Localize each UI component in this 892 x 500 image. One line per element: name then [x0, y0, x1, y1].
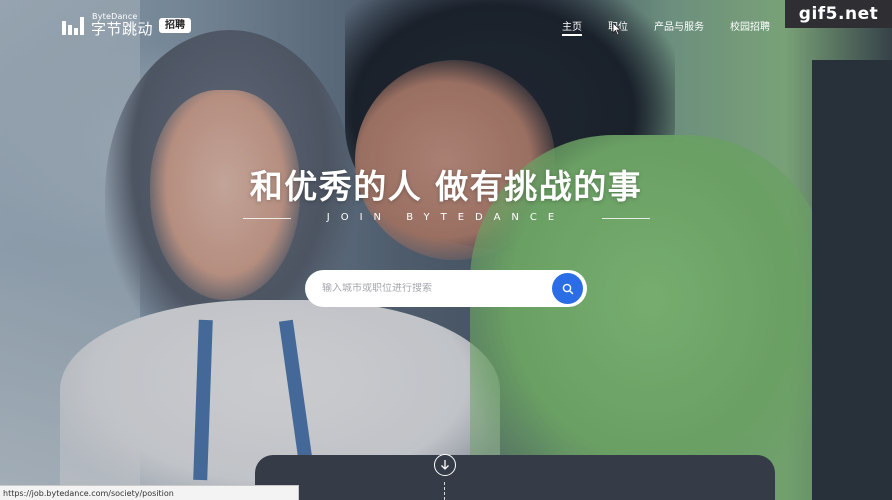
subtitle-divider-right — [602, 218, 650, 219]
arrow-down-circle-icon — [441, 460, 449, 470]
hero-title: 和优秀的人 做有挑战的事 — [249, 167, 643, 206]
nav-item-home[interactable]: 主页 — [562, 18, 582, 36]
job-search-input[interactable] — [305, 283, 552, 294]
brand-name-cn: 字节跳动 — [91, 20, 154, 38]
bytedance-bars-logo-icon — [62, 15, 86, 35]
job-search-bar — [305, 270, 587, 307]
browser-status-url: https://job.bytedance.com/society/positi… — [0, 485, 299, 500]
nav-item-campus[interactable]: 校园招聘 — [730, 18, 770, 33]
watermark-badge: gif5.net — [785, 0, 892, 28]
nav-item-products[interactable]: 产品与服务 — [654, 18, 704, 33]
hero-overlay — [0, 0, 892, 500]
hero-subtitle: JOIN BYTEDANCE — [326, 212, 566, 223]
recruit-badge: 招聘 — [159, 17, 192, 33]
scroll-down-button[interactable] — [434, 454, 456, 476]
top-navbar: ByteDance 字节跳动 招聘 主页 职位 产品与服务 校园招聘 — [0, 0, 892, 48]
scroll-indicator-line — [444, 482, 445, 500]
brand-wordmark: ByteDance 字节跳动 — [91, 13, 153, 37]
main-nav: 主页 职位 产品与服务 校园招聘 — [562, 18, 770, 36]
mouse-pointer-icon — [612, 22, 622, 36]
search-button[interactable] — [552, 273, 583, 304]
brand-logo[interactable]: ByteDance 字节跳动 招聘 — [62, 13, 192, 37]
search-icon — [562, 283, 573, 294]
